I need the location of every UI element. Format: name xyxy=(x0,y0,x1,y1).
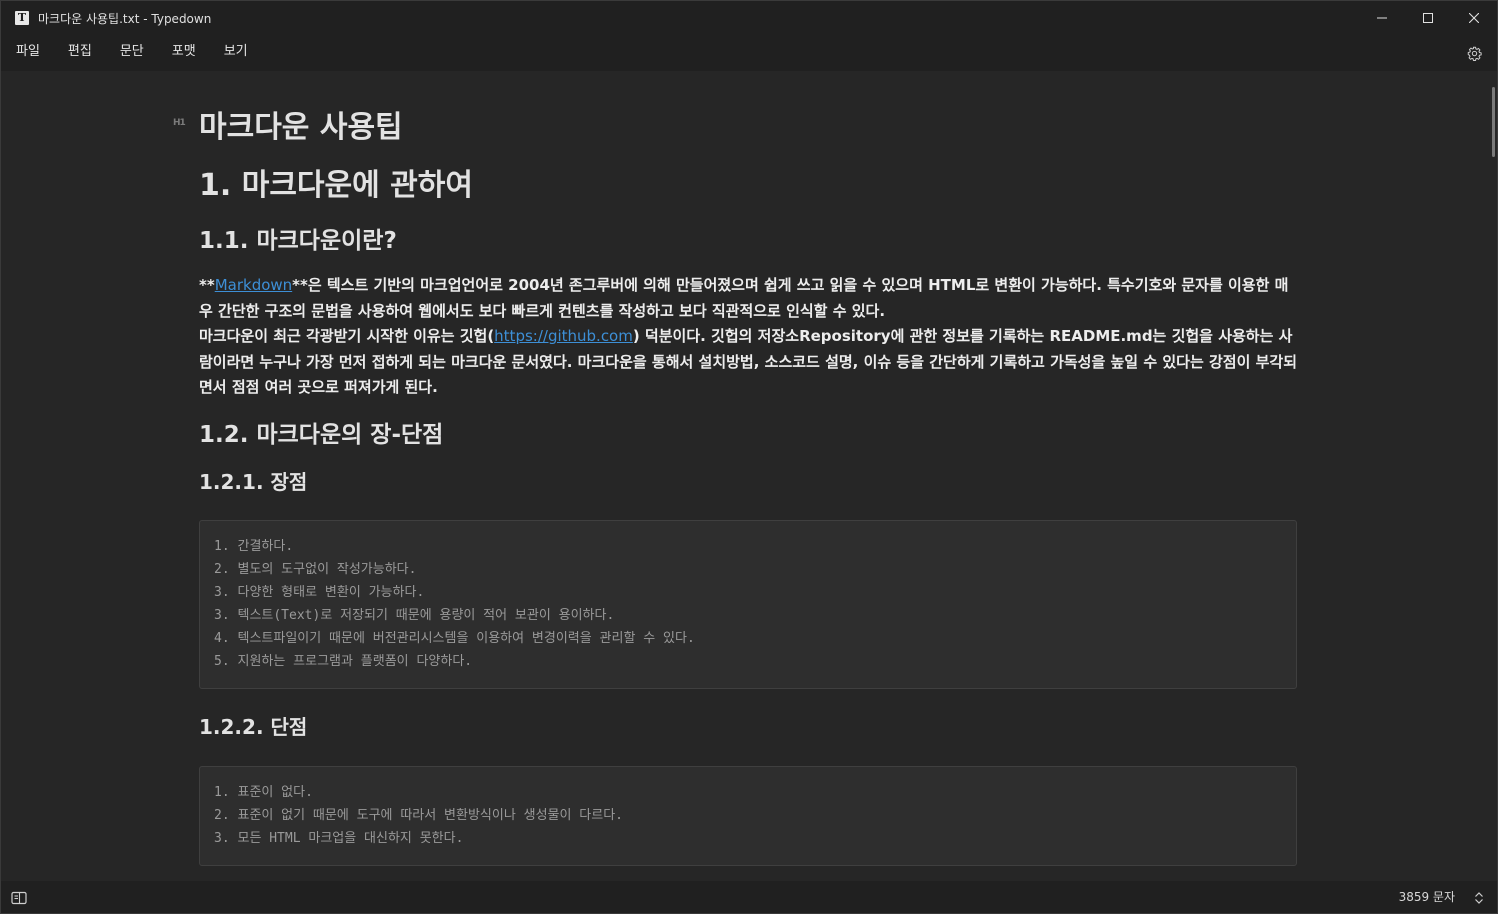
code-line: 1. 간결하다. xyxy=(214,539,294,554)
window-title: 마크다운 사용팁.txt - Typedown xyxy=(38,11,212,26)
code-line: 2. 표준이 없기 때문에 도구에 따라서 변환방식이나 생성물이 다르다. xyxy=(214,808,624,823)
minimize-button[interactable] xyxy=(1359,1,1405,35)
code-line: 5. 지원하는 프로그램과 플랫폼이 다양하다. xyxy=(214,654,473,669)
character-count[interactable]: 3859 문자 xyxy=(1399,881,1455,913)
title-bar: T 마크다운 사용팁.txt - Typedown xyxy=(1,1,1497,35)
code-line: 3. 텍스트(Text)로 저장되기 때문에 용량이 적어 보관이 용이하다. xyxy=(214,608,615,623)
vertical-scrollbar[interactable] xyxy=(1489,85,1495,881)
menu-bar: 파일 편집 문단 포맷 보기 xyxy=(1,35,1497,71)
code-line: 4. 텍스트파일이기 때문에 버전관리시스템을 이용하여 변경이력을 관리할 수… xyxy=(214,631,695,646)
app-icon: T xyxy=(15,11,29,25)
sidebar-toggle-icon xyxy=(11,891,27,905)
code-block-cons[interactable]: 1. 표준이 없다. 2. 표준이 없기 때문에 도구에 따라서 변환방식이나 … xyxy=(199,766,1297,866)
code-line: 3. 다양한 형태로 변환이 가능하다. xyxy=(214,585,425,600)
heading-section-1-2-1: 1.2.1. 장점 xyxy=(199,470,308,494)
heading-level-marker: H1 xyxy=(173,118,186,128)
code-line: 3. 모든 HTML 마크업을 대신하지 못한다. xyxy=(214,831,464,846)
status-bar: 3859 문자 xyxy=(1,881,1497,913)
chevron-updown-icon xyxy=(1475,892,1483,904)
heading-section-1-1: 1.1. 마크다운이란? xyxy=(199,228,397,254)
markdown-link[interactable]: Markdown xyxy=(215,276,292,294)
paragraph-intro: **Markdown**은 텍스트 기반의 마크업언어로 2004년 존그루버에… xyxy=(199,273,1301,401)
bold-marker: ** xyxy=(199,276,215,294)
paragraph-2: 마크다운이 최근 각광받기 시작한 이유는 깃헙(https://github.… xyxy=(199,324,1301,401)
heading-section-1: 1. 마크다운에 관하여 xyxy=(199,168,473,203)
document-title: 마크다운 사용팁 xyxy=(199,110,403,145)
paragraph-1: **Markdown**은 텍스트 기반의 마크업언어로 2004년 존그루버에… xyxy=(199,273,1301,324)
paragraph-1-text: **은 텍스트 기반의 마크업언어로 2004년 존그루버에 의해 만들어졌으며… xyxy=(199,276,1289,320)
scrollbar-thumb[interactable] xyxy=(1492,87,1495,157)
heading-section-1-2-2: 1.2.2. 단점 xyxy=(199,715,308,739)
code-line: 2. 별도의 도구없이 작성가능하다. xyxy=(214,562,417,577)
settings-button[interactable] xyxy=(1463,42,1485,64)
app-window: T 마크다운 사용팁.txt - Typedown 파일 편집 문단 포맷 보기 xyxy=(0,0,1498,914)
menu-paragraph[interactable]: 문단 xyxy=(106,35,158,71)
count-mode-toggle[interactable] xyxy=(1473,890,1485,904)
menu-edit[interactable]: 편집 xyxy=(54,35,106,71)
code-block-pros[interactable]: 1. 간결하다. 2. 별도의 도구없이 작성가능하다. 3. 다양한 형태로 … xyxy=(199,520,1297,689)
gear-icon xyxy=(1467,46,1482,61)
editor-area[interactable]: H1 마크다운 사용팁 1. 마크다운에 관하여 1.1. 마크다운이란? **… xyxy=(1,71,1497,881)
paragraph-2-prefix: 마크다운이 최근 각광받기 시작한 이유는 깃헙( xyxy=(199,327,495,345)
menu-file[interactable]: 파일 xyxy=(2,35,54,71)
maximize-button[interactable] xyxy=(1405,1,1451,35)
menu-format[interactable]: 포맷 xyxy=(158,35,210,71)
sidebar-toggle-button[interactable] xyxy=(11,890,27,905)
menu-view[interactable]: 보기 xyxy=(210,35,262,71)
window-controls xyxy=(1359,1,1497,35)
maximize-icon xyxy=(1423,13,1433,23)
close-button[interactable] xyxy=(1451,1,1497,35)
heading-section-1-2: 1.2. 마크다운의 장-단점 xyxy=(199,422,444,448)
code-line: 1. 표준이 없다. xyxy=(214,785,313,800)
minimize-icon xyxy=(1377,17,1387,19)
close-icon xyxy=(1469,13,1479,23)
github-link[interactable]: https://github.com xyxy=(494,327,633,345)
